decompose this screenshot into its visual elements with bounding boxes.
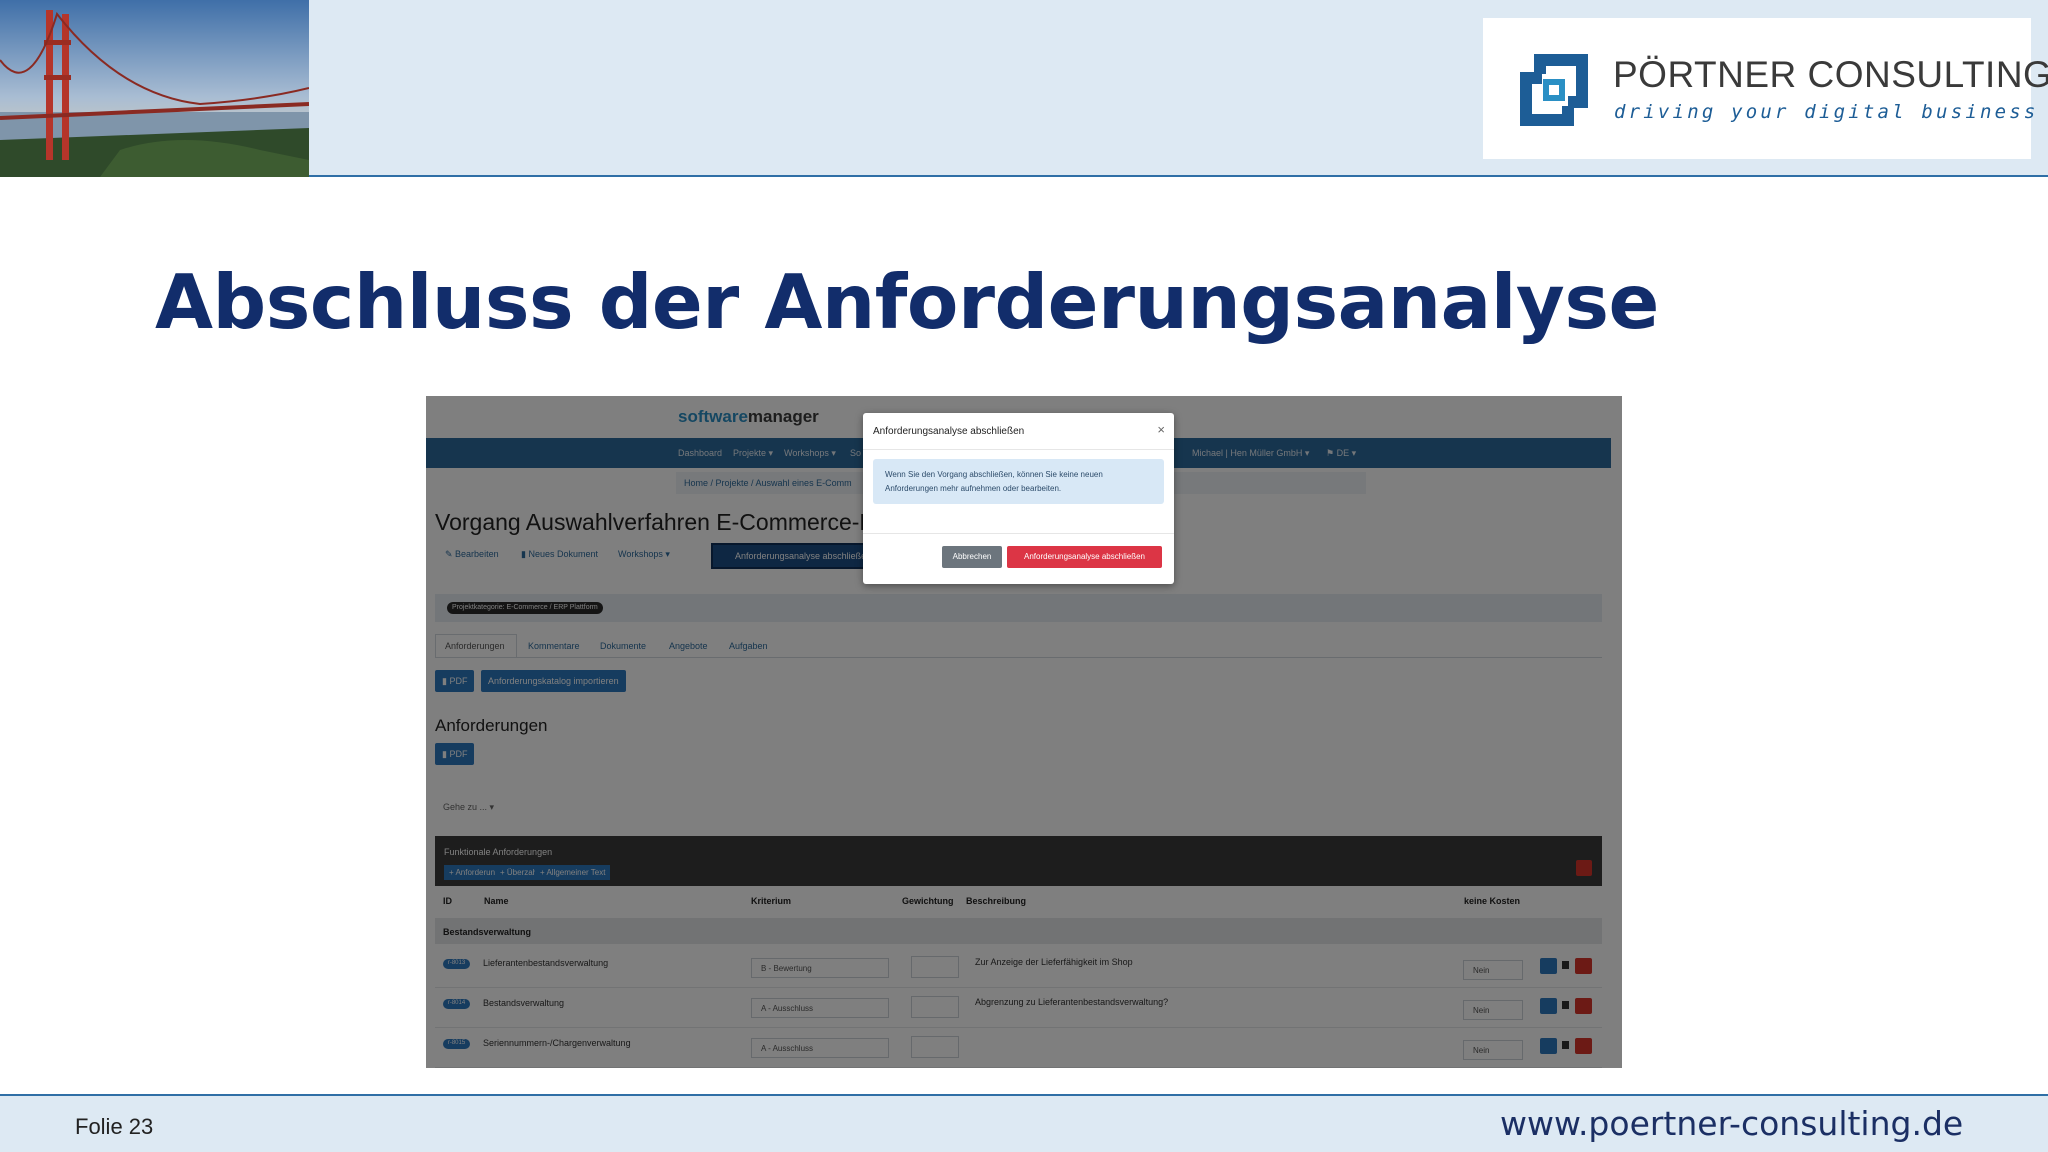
- close-icon[interactable]: ×: [1157, 422, 1165, 437]
- embedded-app-screenshot: softwaremanager Dashboard Projekte ▾ Wor…: [426, 396, 1622, 1068]
- company-tagline: driving your digital business: [1614, 101, 2039, 123]
- company-name: PÖRTNER CONSULTING: [1613, 54, 2048, 95]
- cancel-button[interactable]: Abbrechen: [942, 546, 1002, 568]
- modal-message-line-2: Anforderungen mehr aufnehmen oder bearbe…: [885, 484, 1062, 493]
- slide-title: Abschluss der Anforderungsanalyse: [155, 258, 1659, 346]
- website-url: www.poertner-consulting.de: [1500, 1104, 1964, 1143]
- modal-message-line-1: Wenn Sie den Vorgang abschließen, können…: [885, 470, 1103, 479]
- header-photo-golden-gate: [0, 0, 309, 177]
- modal-title: Anforderungsanalyse abschließen: [873, 426, 1025, 437]
- modal-divider: [863, 449, 1174, 450]
- company-logo: PÖRTNER CONSULTING driving your digital …: [1483, 18, 2048, 159]
- slide-footer: Folie 23 www.poertner-consulting.de: [0, 1094, 2048, 1152]
- slide-number: Folie 23: [75, 1114, 154, 1139]
- company-logo-icon: [1520, 54, 1588, 126]
- confirm-modal: Anforderungsanalyse abschließen × Wenn S…: [863, 413, 1174, 584]
- confirm-close-analysis-button[interactable]: Anforderungsanalyse abschließen: [1007, 546, 1162, 568]
- slide-header: PÖRTNER CONSULTING driving your digital …: [0, 0, 2048, 177]
- modal-info-alert: Wenn Sie den Vorgang abschließen, können…: [873, 459, 1164, 504]
- modal-divider: [863, 533, 1174, 534]
